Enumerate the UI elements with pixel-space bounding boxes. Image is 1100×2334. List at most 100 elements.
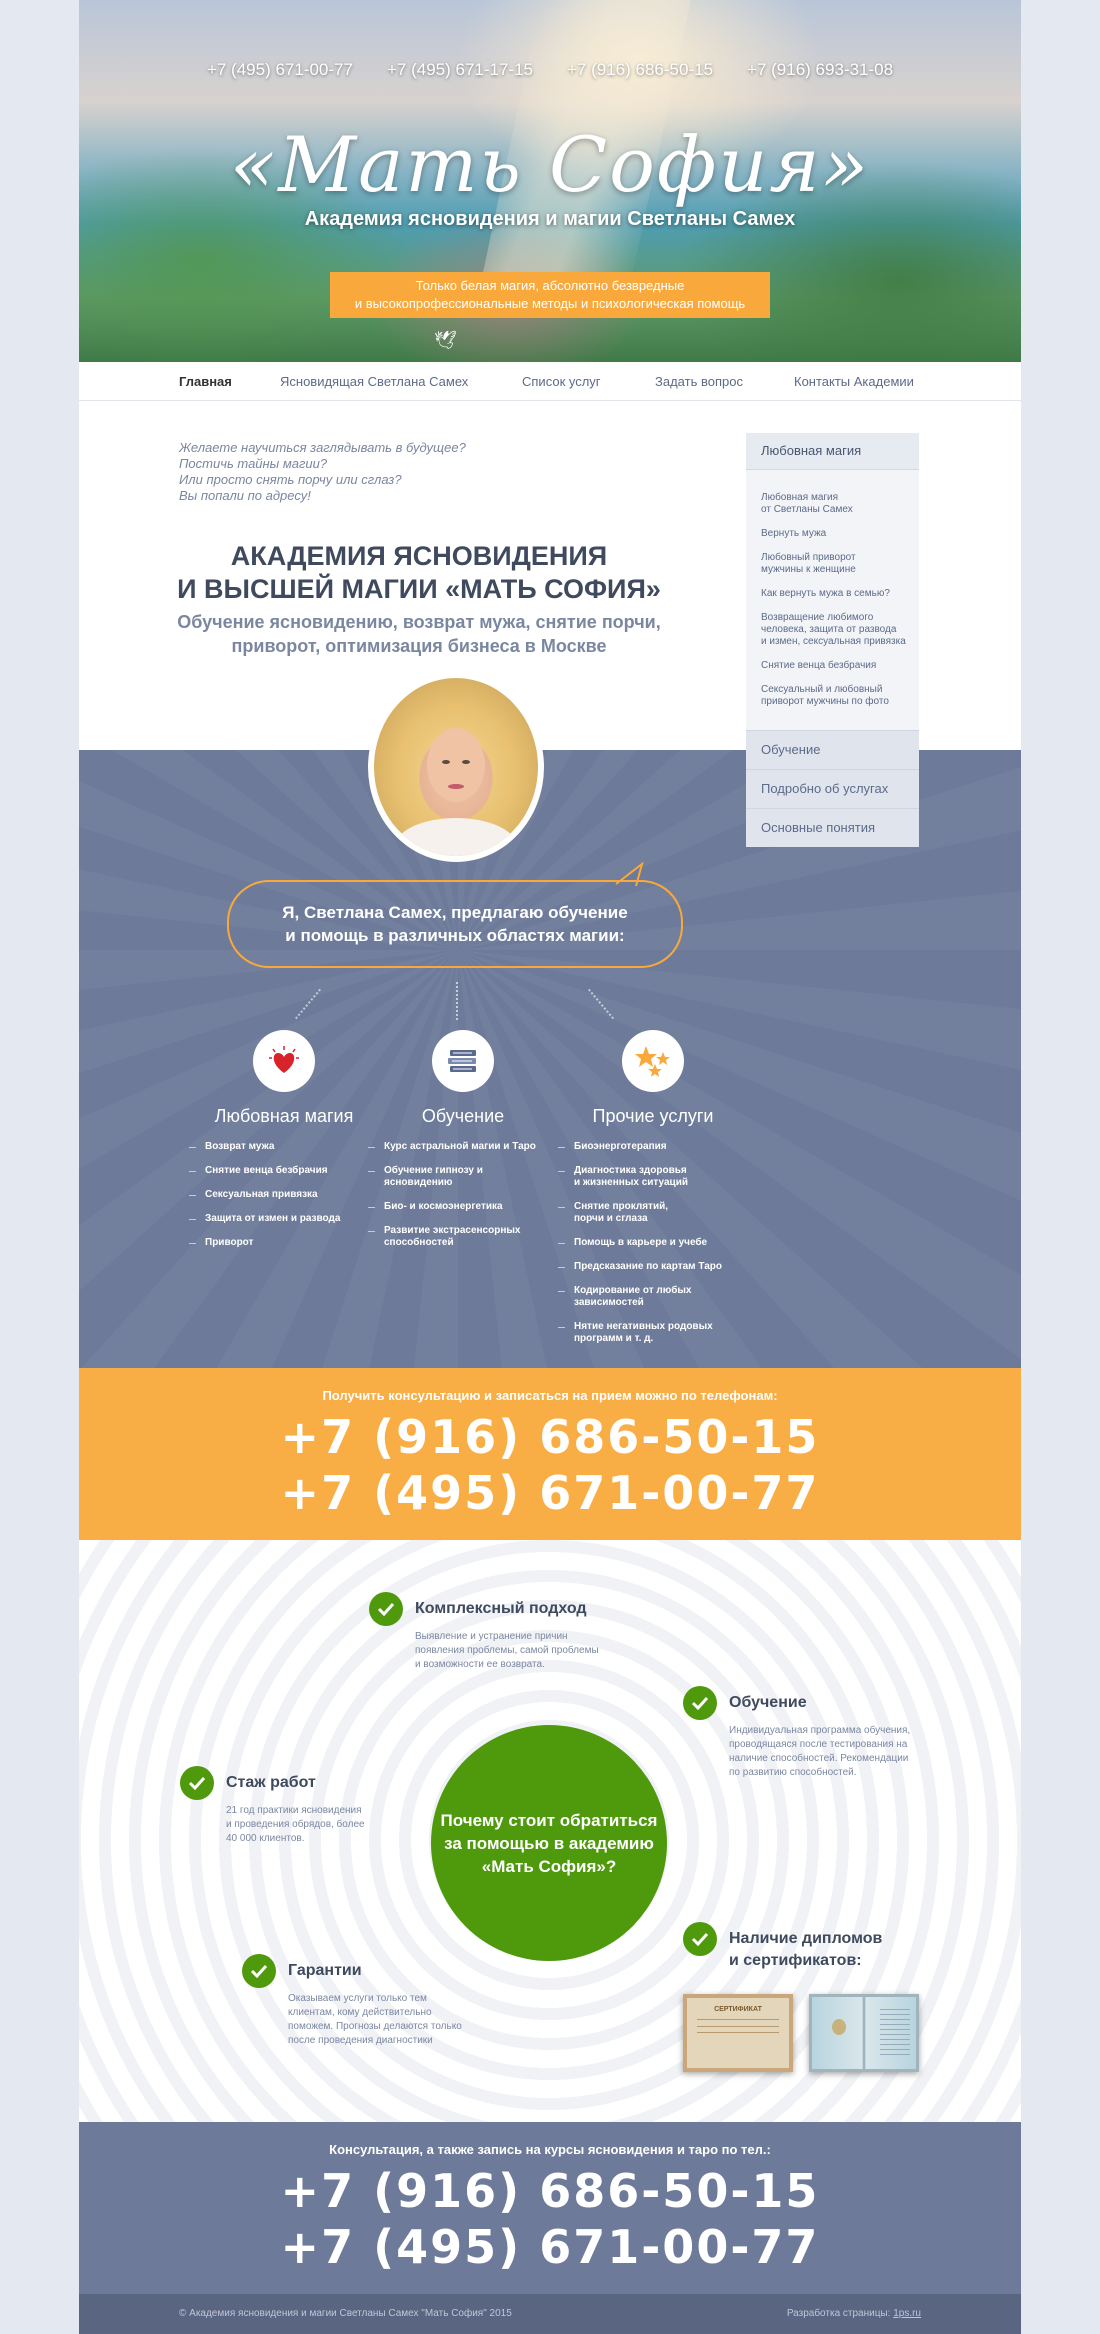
contact-phone[interactable]: +7 (916) 686-50-15 xyxy=(79,1410,1021,1464)
list-item[interactable]: Приворот xyxy=(189,1237,379,1249)
header-phone[interactable]: +7 (916) 693-31-08 xyxy=(747,60,893,80)
hero-promo-banner: Только белая магия, абсолютно безвредные… xyxy=(330,272,770,318)
avatar xyxy=(368,672,544,862)
sidebar-link-training[interactable]: Обучение xyxy=(746,730,919,769)
site-logo[interactable]: «Мать София» xyxy=(79,120,1021,209)
list-item[interactable]: Снятие проклятий, порчи и сглаза xyxy=(558,1201,748,1225)
list-item[interactable]: Помощь в карьере и учебе xyxy=(558,1237,748,1249)
service-list: Биоэнерготерапия Диагностика здоровья и … xyxy=(558,1141,748,1345)
list-item[interactable]: Биоэнерготерапия xyxy=(558,1141,748,1153)
footer-developer-link[interactable]: 1ps.ru xyxy=(893,2308,921,2319)
check-icon xyxy=(369,1592,403,1626)
service-column-other: Прочие услуги Биоэнерготерапия Диагности… xyxy=(558,1030,748,1357)
page-title: АКАДЕМИЯ ЯСНОВИДЕНИЯ И ВЫСШЕЙ МАГИИ «МАТ… xyxy=(159,540,679,606)
hero-banner: +7 (495) 671-00-77 +7 (495) 671-17-15 +7… xyxy=(79,0,1021,362)
nav-item-ask-question[interactable]: Задать вопрос xyxy=(655,374,743,389)
feature-title: Наличие дипломов и сертификатов: xyxy=(729,1930,883,1969)
feature-description: Индивидуальная программа обучения, прово… xyxy=(729,1725,911,1778)
contact-phone[interactable]: +7 (916) 686-50-15 xyxy=(79,2164,1021,2218)
nav-item-contacts[interactable]: Контакты Академии xyxy=(794,374,914,389)
footer-developer-label: Разработка страницы: xyxy=(786,2308,891,2319)
contact-phone[interactable]: +7 (495) 671-00-77 xyxy=(79,1466,1021,1520)
header-phones: +7 (495) 671-00-77 +7 (495) 671-17-15 +7… xyxy=(79,60,1021,80)
intro-question: Вы попали по адресу! xyxy=(179,488,311,503)
check-icon xyxy=(683,1922,717,1956)
list-item[interactable]: Предсказание по картам Таро xyxy=(558,1261,748,1273)
header-phone[interactable]: +7 (495) 671-00-77 xyxy=(207,60,353,80)
service-column-title: Прочие услуги xyxy=(592,1106,714,1126)
service-column-title: Любовная магия xyxy=(214,1106,354,1126)
speech-bubble: Я, Светлана Самех, предлагаю обучение и … xyxy=(227,880,683,968)
feature-complex-approach: Комплексный подход Выявление и устранени… xyxy=(369,1592,629,1682)
page-subtitle-line: Обучение ясновидению, возврат мужа, снят… xyxy=(177,612,661,632)
feature-diplomas: Наличие дипломов и сертификатов: xyxy=(683,1922,943,1982)
certificate-image[interactable]: СЕРТИФИКАТ xyxy=(683,1994,793,2072)
list-item[interactable]: Защита от измен и развода xyxy=(189,1213,379,1225)
list-item[interactable]: Развитие экстрасенсорных способностей xyxy=(368,1225,558,1249)
page-title-line: И ВЫСШЕЙ МАГИИ «МАТЬ СОФИЯ» xyxy=(177,574,661,604)
why-us-center-circle: Почему стоит обратиться за помощью в ака… xyxy=(431,1725,667,1961)
nav-item-clairvoyant[interactable]: Ясновидящая Светлана Самех xyxy=(280,374,468,389)
contact-banner-label: Консультация, а также запись на курсы яс… xyxy=(329,2142,771,2157)
list-item[interactable]: Сексуальная привязка xyxy=(189,1189,379,1201)
feature-title: Стаж работ xyxy=(226,1774,316,1791)
sidebar-item[interactable]: Возвращение любимого человека, защита от… xyxy=(761,612,911,648)
stars-icon xyxy=(622,1030,684,1092)
main-nav: Главная Ясновидящая Светлана Самех Списо… xyxy=(79,362,1021,401)
sidebar-item[interactable]: Любовная магия от Светланы Самех xyxy=(761,492,911,516)
certificate-label: СЕРТИФИКАТ xyxy=(714,2006,762,2013)
intro-question: Постичь тайны магии? xyxy=(179,456,328,471)
list-item[interactable]: Возврат мужа xyxy=(189,1141,379,1153)
header-phone[interactable]: +7 (916) 686-50-15 xyxy=(567,60,713,80)
intro-question: Желаете научиться заглядывать в будущее? xyxy=(179,440,466,455)
contact-phone[interactable]: +7 (495) 671-00-77 xyxy=(79,2220,1021,2274)
service-list: Возврат мужа Снятие венца безбрачия Секс… xyxy=(189,1141,379,1249)
sidebar-heading[interactable]: Любовная магия xyxy=(746,433,919,470)
list-item[interactable]: Нятие негативных родовых программ и т. д… xyxy=(558,1321,748,1345)
sidebar-item[interactable]: Вернуть мужа xyxy=(761,528,911,540)
nav-item-home[interactable]: Главная xyxy=(179,374,232,389)
sidebar-item[interactable]: Любовный приворот мужчины к женщине xyxy=(761,552,911,576)
footer: © Академия ясновидения и магии Светланы … xyxy=(79,2294,1021,2334)
feature-description: Оказываем услуги только тем клиентам, ко… xyxy=(288,1993,462,2046)
sidebar-link-services-detail[interactable]: Подробно об услугах xyxy=(746,769,919,808)
contact-banner: Получить консультацию и записаться на пр… xyxy=(79,1368,1021,1540)
feature-description: 21 год практики ясновидения и проведения… xyxy=(226,1805,365,1844)
sidebar-item[interactable]: Снятие венца безбрачия xyxy=(761,660,911,672)
dove-icon: 🕊 xyxy=(434,330,457,350)
sidebar-menu: Любовная магия Любовная магия от Светлан… xyxy=(746,433,919,847)
header-phone[interactable]: +7 (495) 671-17-15 xyxy=(387,60,533,80)
sidebar-item[interactable]: Сексуальный и любовный приворот мужчины … xyxy=(761,684,911,708)
service-column-love: Любовная магия Возврат мужа Снятие венца… xyxy=(189,1030,379,1261)
service-column-title: Обучение xyxy=(421,1106,505,1126)
feature-experience: Стаж работ 21 год практики ясновидения и… xyxy=(180,1766,420,1856)
diploma-image[interactable] xyxy=(809,1994,919,2072)
list-item[interactable]: Диагностика здоровья и жизненных ситуаци… xyxy=(558,1165,748,1189)
page-title-line: АКАДЕМИЯ ЯСНОВИДЕНИЯ xyxy=(230,541,608,571)
check-icon xyxy=(683,1686,717,1720)
contact-banner-label: Получить консультацию и записаться на пр… xyxy=(322,1388,778,1403)
feature-title: Гарантии xyxy=(288,1962,362,1979)
list-item[interactable]: Био- и космоэнергетика xyxy=(368,1201,558,1213)
list-item[interactable]: Курс астральной магии и Таро xyxy=(368,1141,558,1153)
heart-icon xyxy=(253,1030,315,1092)
feature-training: Обучение Индивидуальная программа обучен… xyxy=(683,1686,943,1786)
site-tagline: Академия ясновидения и магии Светланы Са… xyxy=(304,208,796,230)
service-list: Курс астральной магии и Таро Обучение ги… xyxy=(368,1141,558,1249)
bottom-contact-banner: Консультация, а также запись на курсы яс… xyxy=(79,2122,1021,2294)
intro-question: Или просто снять порчу или сглаз? xyxy=(179,472,402,487)
feature-title: Комплексный подход xyxy=(415,1600,587,1617)
list-item[interactable]: Кодирование от любых зависимостей xyxy=(558,1285,748,1309)
page: +7 (495) 671-00-77 +7 (495) 671-17-15 +7… xyxy=(79,0,1021,2334)
sidebar-link-basic-concepts[interactable]: Основные понятия xyxy=(746,808,919,847)
service-column-training: Обучение Курс астральной магии и Таро Об… xyxy=(368,1030,558,1261)
footer-copyright: © Академия ясновидения и магии Светланы … xyxy=(179,2308,512,2319)
list-item[interactable]: Снятие венца безбрачия xyxy=(189,1165,379,1177)
check-icon xyxy=(180,1766,214,1800)
list-item[interactable]: Обучение гипнозу и ясновидению xyxy=(368,1165,558,1189)
sidebar-item[interactable]: Как вернуть мужа в семью? xyxy=(761,588,911,600)
sidebar-submenu: Любовная магия от Светланы Самех Вернуть… xyxy=(746,470,919,730)
dotted-connector xyxy=(456,982,458,1020)
nav-item-services[interactable]: Список услуг xyxy=(522,374,601,389)
feature-description: Выявление и устранение причин появления … xyxy=(415,1631,599,1670)
